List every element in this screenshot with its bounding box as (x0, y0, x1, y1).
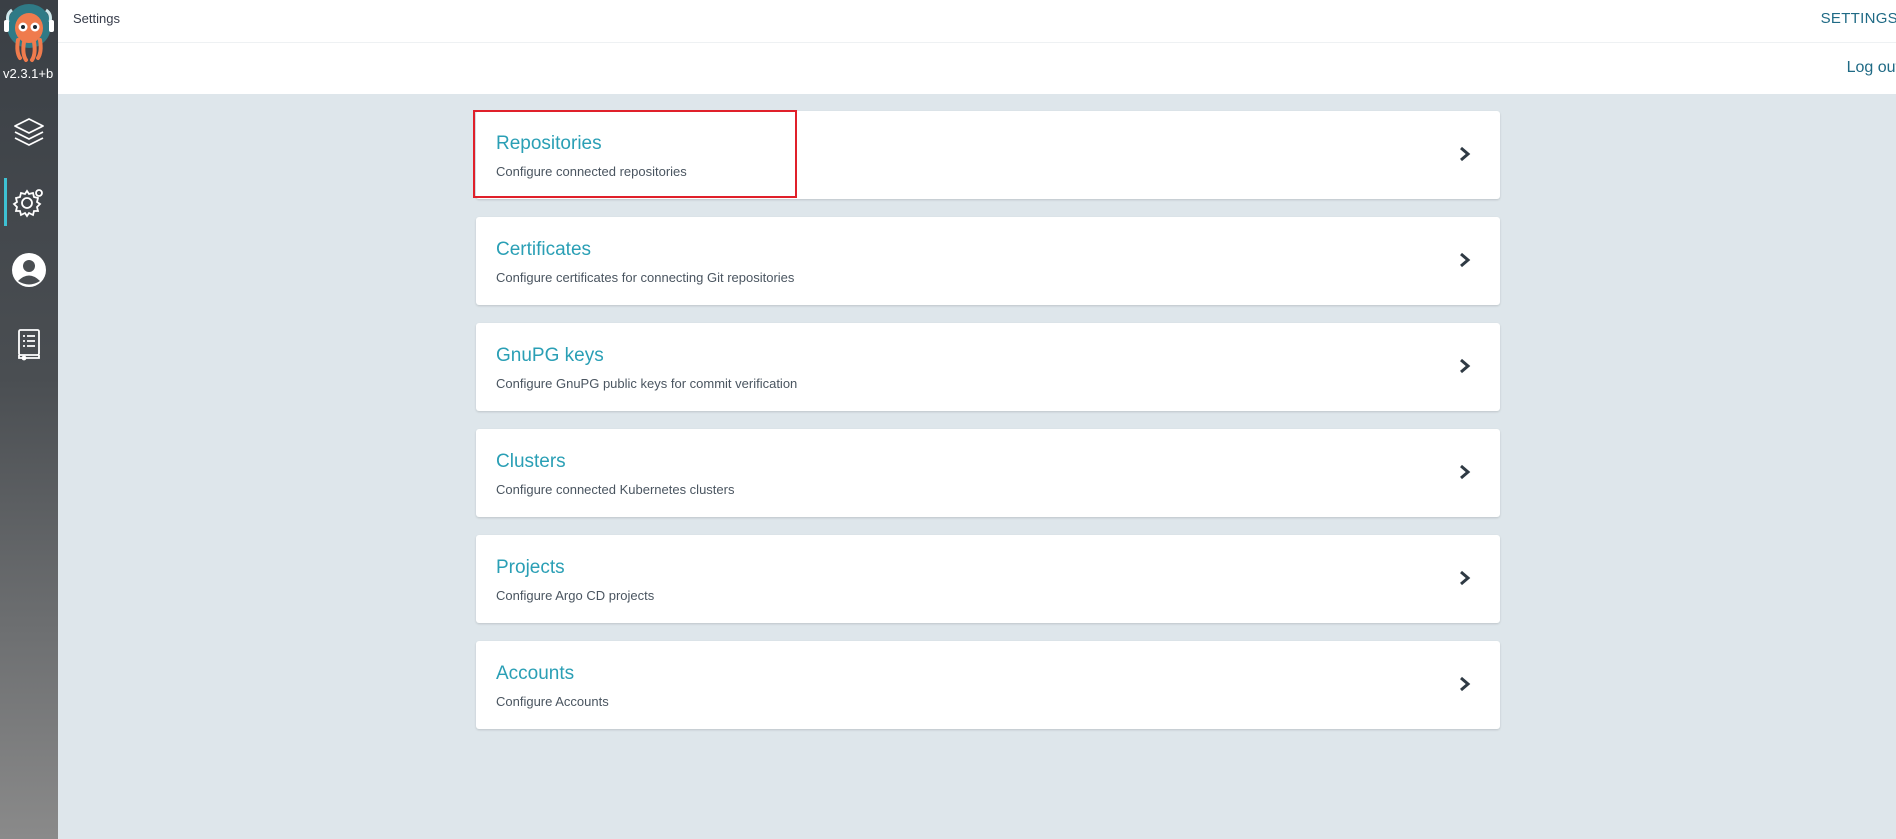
nav-user-info[interactable] (0, 242, 58, 298)
chevron-right-icon (1458, 357, 1472, 375)
settings-item-description: Configure connected repositories (496, 164, 687, 179)
sidebar: v2.3.1+b (0, 0, 58, 839)
settings-item-title: GnuPG keys (496, 345, 604, 366)
settings-item-gnupg-keys[interactable]: GnuPG keys Configure GnuPG public keys f… (476, 323, 1500, 411)
nav-settings[interactable] (0, 174, 58, 230)
nav-docs[interactable] (0, 316, 58, 372)
chevron-right-icon (1458, 569, 1472, 587)
user-icon (11, 252, 47, 288)
top-bar: Settings SETTINGS Log out (58, 0, 1896, 94)
settings-item-description: Configure certificates for connecting Gi… (496, 270, 795, 285)
nav-applications[interactable] (0, 104, 58, 160)
settings-item-clusters[interactable]: Clusters Configure connected Kubernetes … (476, 429, 1500, 517)
chevron-right-icon (1458, 145, 1472, 163)
layers-icon (12, 115, 46, 149)
settings-item-description: Configure Accounts (496, 694, 609, 709)
page-title: Settings (73, 11, 120, 26)
chevron-right-icon (1458, 251, 1472, 269)
settings-item-description: Configure Argo CD projects (496, 588, 655, 603)
settings-item-title: Certificates (496, 239, 592, 260)
settings-item-title: Clusters (496, 451, 566, 472)
settings-item-repositories[interactable]: Repositories Configure connected reposit… (473, 110, 1500, 199)
docs-icon (14, 327, 44, 361)
argo-logo[interactable] (2, 2, 56, 64)
settings-list: Repositories Configure connected reposit… (473, 110, 1500, 747)
gear-icon (12, 185, 46, 219)
version-label: v2.3.1+b (3, 66, 54, 81)
breadcrumb[interactable]: SETTINGS (1821, 10, 1896, 27)
settings-item-accounts[interactable]: Accounts Configure Accounts (476, 641, 1500, 729)
settings-item-projects[interactable]: Projects Configure Argo CD projects (476, 535, 1500, 623)
settings-item-title: Projects (496, 557, 565, 578)
settings-item-certificates[interactable]: Certificates Configure certificates for … (476, 217, 1500, 305)
chevron-right-icon (1458, 463, 1472, 481)
settings-item-title: Accounts (496, 663, 575, 684)
settings-item-description: Configure connected Kubernetes clusters (496, 482, 735, 497)
logout-link[interactable]: Log out (1847, 59, 1896, 77)
top-bar-row: Settings SETTINGS (58, 0, 1896, 43)
settings-item-title: Repositories (496, 133, 602, 154)
chevron-right-icon (1458, 675, 1472, 693)
settings-item-description: Configure GnuPG public keys for commit v… (496, 376, 798, 391)
